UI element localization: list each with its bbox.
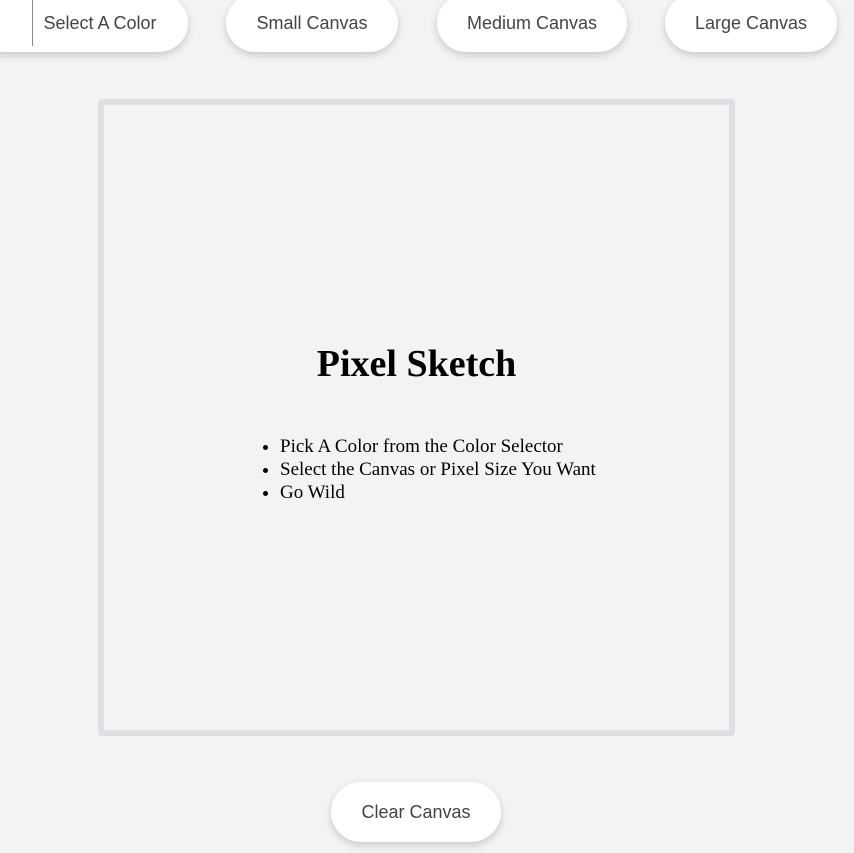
sketch-canvas[interactable]: Pixel Sketch Pick A Color from the Color… bbox=[98, 99, 735, 736]
pixel-sketch-app: Select A Color Small Canvas Medium Canva… bbox=[0, 0, 854, 853]
large-canvas-label: Large Canvas bbox=[694, 12, 808, 33]
list-item: Pick A Color from the Color Selector bbox=[280, 435, 596, 458]
page-title: Pixel Sketch bbox=[316, 343, 517, 385]
large-canvas-button[interactable]: Large Canvas bbox=[665, 0, 837, 52]
medium-canvas-button[interactable]: Medium Canvas bbox=[437, 0, 627, 52]
small-canvas-label: Small Canvas bbox=[256, 12, 368, 33]
clear-canvas-label: Clear Canvas bbox=[361, 801, 471, 822]
list-item: Go Wild bbox=[280, 481, 596, 504]
clear-canvas-button[interactable]: Clear Canvas bbox=[331, 782, 501, 842]
color-select-button[interactable]: Select A Color bbox=[0, 0, 188, 52]
list-item: Select the Canvas or Pixel Size You Want bbox=[280, 458, 596, 481]
color-swatch[interactable] bbox=[32, 0, 33, 46]
medium-canvas-label: Medium Canvas bbox=[466, 12, 598, 33]
small-canvas-button[interactable]: Small Canvas bbox=[226, 0, 398, 52]
color-select-label: Select A Color bbox=[43, 12, 157, 33]
instructions-list: Pick A Color from the Color Selector Sel… bbox=[259, 435, 596, 504]
